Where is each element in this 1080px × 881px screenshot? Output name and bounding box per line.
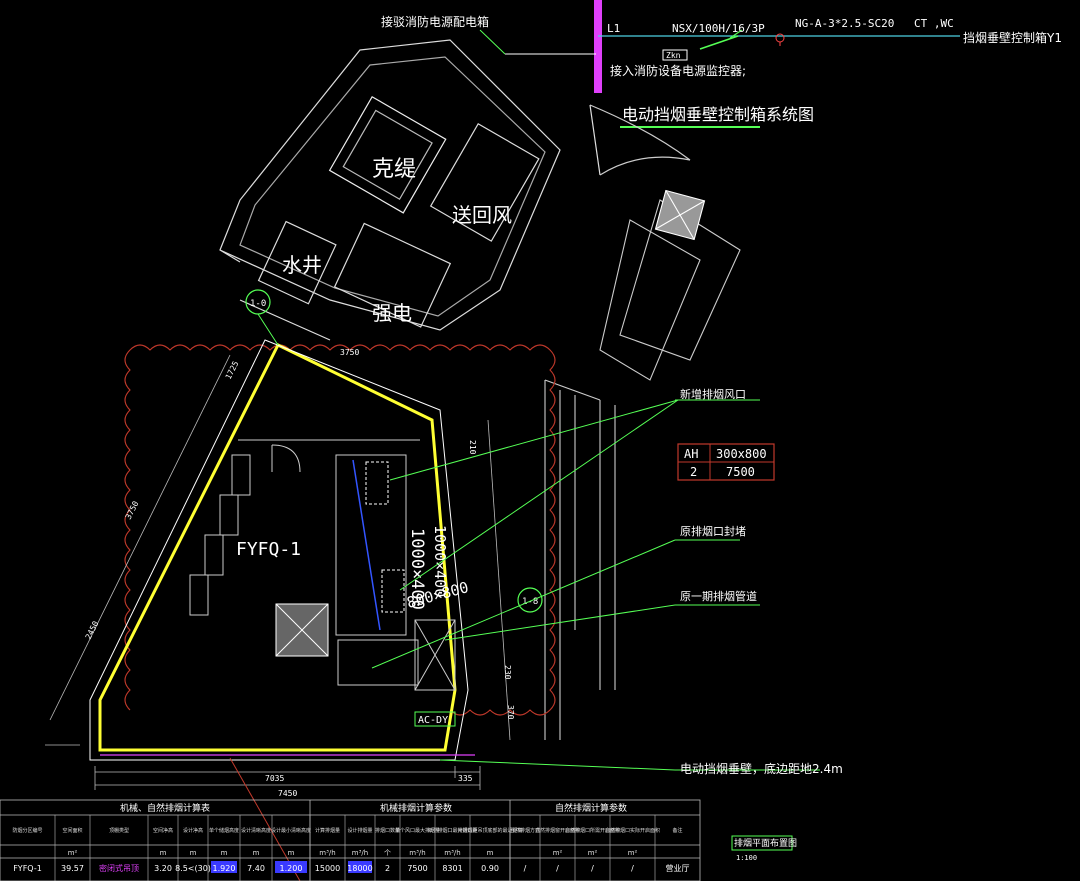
table-unit-cell: m	[221, 849, 228, 857]
table-value-cell: /	[591, 864, 594, 873]
dim-bottom-2: 335	[458, 774, 473, 783]
table-value-cell: 8.5<(30)	[175, 864, 211, 873]
table-value-cell: FYFQ-1	[13, 864, 42, 873]
source-label: 接驳消防电源配电箱	[381, 14, 489, 29]
table-unit-cell: m³/h	[319, 849, 335, 857]
table-header-cell: 设计净高	[183, 827, 203, 834]
table-unit-cell: m	[190, 849, 197, 857]
ah-code: AH	[684, 447, 698, 461]
dim-small-c: 370	[506, 705, 515, 720]
table-header-cell: 防烟分区编号	[12, 827, 42, 834]
building-core	[219, 39, 691, 341]
table-unit-cell: m²	[553, 849, 563, 857]
table-group-3: 自然排烟计算参数	[555, 802, 627, 814]
target-box-label: 挡烟垂壁控制箱Y1	[963, 30, 1062, 45]
table-header-cell: 自然排烟口实际开启面积	[605, 827, 660, 834]
table-header-cell: 备注	[672, 827, 682, 834]
legend-title: 排烟平面布置图	[734, 837, 797, 849]
room-water-shaft-label: 水井	[282, 253, 322, 277]
dim-small-b: 230	[503, 665, 512, 680]
ah-size: 300x800	[716, 447, 767, 461]
table-value-cell: 密闭式吊顶	[99, 863, 139, 873]
table-value-cell: 1.200	[280, 864, 303, 873]
table-unit-cell: 个	[384, 849, 391, 857]
table-unit-cell: m²	[628, 849, 638, 857]
table-unit-cell: m³/h	[444, 849, 460, 857]
table-value-cell: 18000	[347, 864, 372, 873]
monitor-label: 接入消防设备电源监控器;	[610, 63, 746, 78]
marker-label: AC-DY	[418, 715, 448, 726]
table-value-cell: 营业厅	[666, 863, 690, 873]
ct-symbol	[775, 33, 785, 43]
breaker-symbol	[699, 35, 739, 50]
room-ventilation-label: 送回风	[452, 203, 512, 227]
callout-new-outlet: 新增排烟风口	[680, 387, 746, 401]
dim-bottom-3: 7450	[278, 789, 297, 798]
power-system-diagram: Zkn 接驳消防电源配电箱 L1 NSX/100H/16/3P NG-A-3*2…	[381, 0, 1062, 128]
table-unit-cell: m	[253, 849, 260, 857]
table-value-cell: 7500	[407, 864, 427, 873]
table-value-cell: 8301	[442, 864, 462, 873]
table-header-cell: 空间净高	[153, 827, 173, 834]
table-value-cell: 15000	[315, 864, 340, 873]
zone-name-label: FYFQ-1	[236, 539, 301, 560]
table-value-cell: 2	[385, 864, 390, 873]
ah-tag-table: AH 300x800 2 7500	[677, 443, 775, 481]
table-columns: 防烟分区编号 FYFQ-1 空间面积 m² 39.57 顶棚类型密闭式吊顶 空间净高 m 3.2…	[12, 815, 690, 881]
table-value-cell: /	[631, 864, 634, 873]
table-group-1: 机械、自然排烟计算表	[120, 802, 210, 814]
table-value-cell: 3.20	[154, 864, 172, 873]
cable-label: NG-A-3*2.5-SC20	[795, 17, 894, 30]
revision-cloud	[124, 344, 556, 716]
callout-smoke-curtain: 电动挡烟垂壁，底边距地2.4m	[680, 761, 843, 776]
breaker-label: NSX/100H/16/3P	[672, 22, 765, 35]
dim-top-edge: 3750	[340, 348, 359, 357]
table-unit-cell: m³/h	[352, 849, 368, 857]
table-unit-cell: m²	[588, 849, 598, 857]
zkn-label: Zkn	[666, 51, 681, 60]
table-header-cell: 计算排烟量	[315, 827, 340, 834]
table-value-cell: 1.920	[213, 864, 236, 873]
dim-left-b: 3750	[124, 499, 141, 520]
table-unit-cell: m²	[68, 849, 78, 857]
legend-scale: 1:100	[736, 854, 757, 862]
table-header-cell: 单个储烟高度	[209, 827, 239, 834]
table-value-cell: /	[524, 864, 527, 873]
table-unit-cell: m	[160, 849, 167, 857]
ah-qty: 2	[690, 465, 697, 479]
table-value-cell: 0.90	[481, 864, 499, 873]
table-unit-cell: m	[288, 849, 295, 857]
ah-flow: 7500	[726, 465, 755, 479]
table-unit-cell: m³/h	[409, 849, 425, 857]
cad-drawing-canvas: Zkn 接驳消防电源配电箱 L1 NSX/100H/16/3P NG-A-3*2…	[0, 0, 1062, 881]
table-header-cell: 顶棚类型	[109, 827, 129, 834]
l1-label: L1	[607, 22, 620, 35]
callout-orig-duct: 原一期排烟管道	[680, 589, 757, 603]
room-kedi-label: 克缇	[372, 157, 416, 182]
busbar	[594, 0, 602, 93]
table-unit-cell: m	[487, 849, 494, 857]
system-title: 电动挡烟垂壁控制箱系统图	[622, 105, 814, 124]
dim-bottom-1: 7035	[265, 774, 284, 783]
axis-label-top: 1-0	[250, 299, 266, 309]
ct-wc-label: CT ,WC	[914, 17, 954, 30]
table-value-cell: 7.40	[247, 864, 265, 873]
room-electrical-label: 强电	[372, 301, 412, 325]
table-header-cell: 设计最小清晰高度	[271, 827, 311, 834]
callout-outlet-seal: 原排烟口封堵	[680, 524, 746, 538]
table-header-cell: 空间面积	[62, 827, 82, 834]
table-header-cell: 设计排烟量	[347, 827, 372, 834]
table-value-cell: 39.57	[61, 864, 84, 873]
table-header-cell: 设计清晰高度	[241, 827, 271, 834]
table-group-2: 机械排烟计算参数	[380, 802, 452, 814]
dim-small-a: 210	[468, 440, 477, 455]
table-value-cell: /	[556, 864, 559, 873]
corridor-east	[544, 189, 741, 740]
dim-left-c: 2450	[84, 619, 101, 640]
